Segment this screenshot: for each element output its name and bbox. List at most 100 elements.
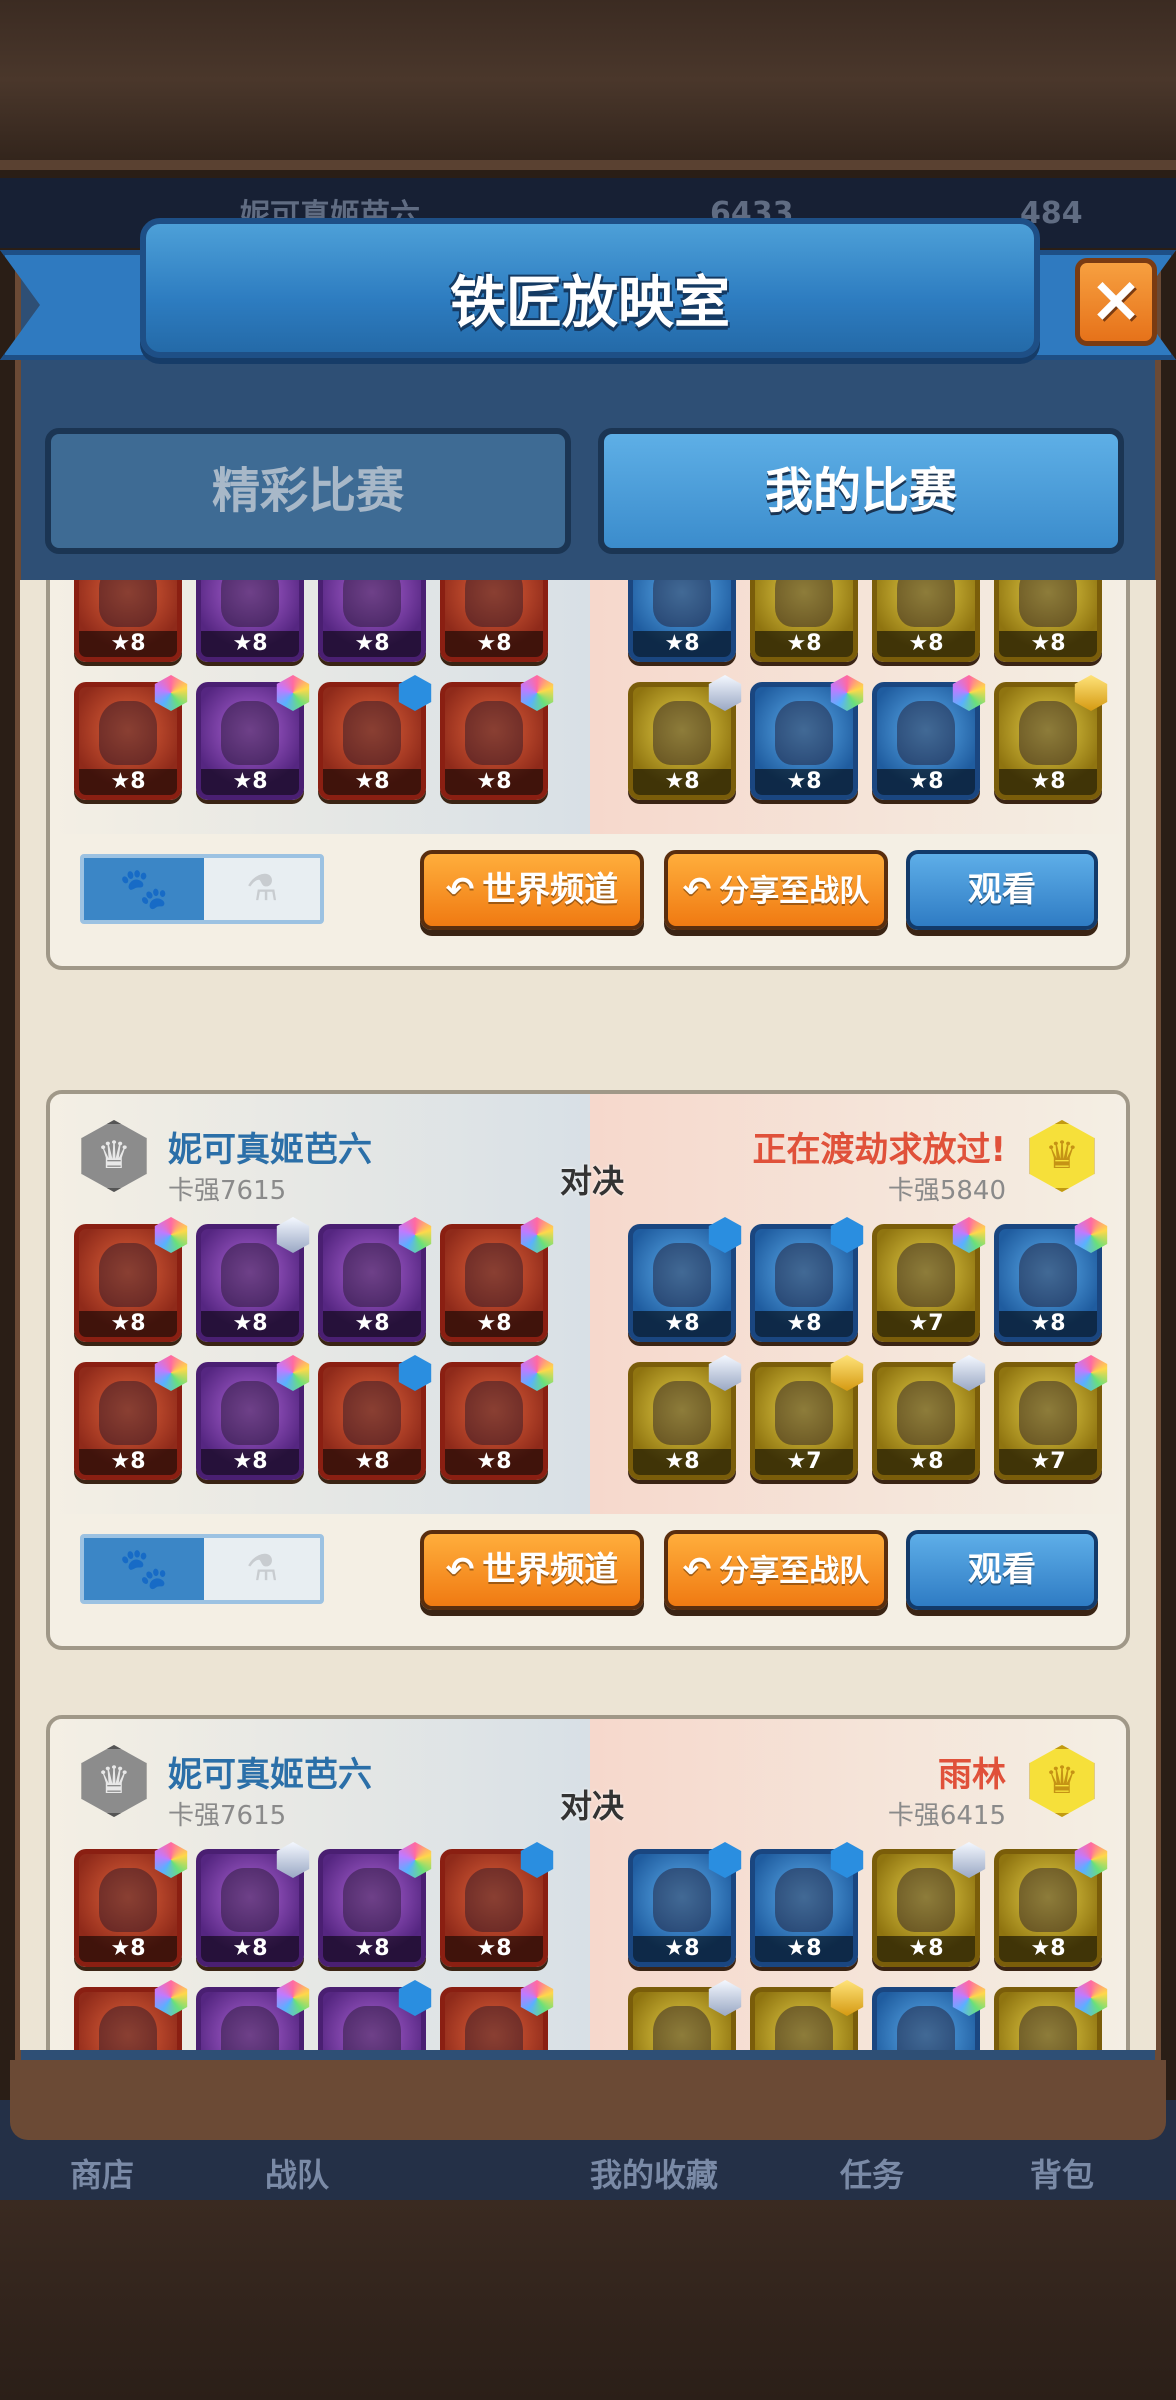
versus-label: 对决 [560, 1162, 625, 1200]
hero-card[interactable]: ★8 [318, 580, 426, 662]
nav-team[interactable]: 战队 [265, 2150, 329, 2196]
hero-card[interactable]: ★8 [750, 580, 858, 662]
hero-portrait [343, 1243, 401, 1307]
player-power: 卡强7615 [168, 1801, 287, 1831]
hero-card[interactable]: ★8 [440, 675, 554, 800]
watch-button[interactable]: 观看 [906, 1530, 1098, 1610]
hero-card[interactable]: ★8 [750, 675, 864, 800]
hero-star-level: ★8 [999, 769, 1097, 795]
nav-collection[interactable]: 我的收藏 [590, 2150, 718, 2196]
hero-card[interactable] [318, 1980, 432, 2050]
nav-tasks[interactable]: 任务 [840, 2150, 904, 2196]
player-power: 卡强7615 [168, 1176, 287, 1206]
hero-card[interactable]: ★8 [994, 675, 1108, 800]
paw-icon[interactable]: 🐾 [84, 1538, 204, 1600]
hero-card[interactable] [440, 1980, 554, 2050]
hero-portrait [465, 2006, 523, 2050]
hero-portrait [465, 1381, 523, 1445]
hero-portrait [221, 701, 279, 765]
share-to-team-button[interactable]: ↶ 分享至战队 [664, 850, 888, 930]
hero-card[interactable] [872, 1980, 986, 2050]
hero-card[interactable]: ★8 [74, 675, 188, 800]
nav-bag[interactable]: 背包 [1030, 2150, 1094, 2196]
hero-star-level: ★8 [999, 1936, 1097, 1962]
hero-card[interactable]: ★8 [318, 1355, 432, 1480]
hero-portrait [775, 1868, 833, 1932]
hero-card[interactable]: ★8 [74, 1355, 188, 1480]
hero-star-level: ★8 [323, 1936, 421, 1962]
hero-card[interactable]: ★8 [74, 1842, 188, 1967]
hero-card[interactable]: ★8 [440, 1842, 554, 1967]
hero-card[interactable]: ★8 [196, 1842, 310, 1967]
hero-card[interactable]: ★7 [750, 1355, 864, 1480]
match-card: ♛ 妮可真姬芭六 卡强7615 对决 正在渡劫求放过! 卡强5840 ♛ ★8 ★8 ★8 ★8 ★8… [46, 1090, 1130, 1650]
world-channel-button[interactable]: ↶ 世界频道 [420, 850, 644, 930]
hero-portrait [343, 580, 401, 627]
hero-card[interactable]: ★8 [440, 1217, 554, 1342]
hero-portrait [221, 1868, 279, 1932]
hero-star-level: ★8 [755, 1936, 853, 1962]
hero-star-level: ★8 [445, 631, 543, 657]
hero-portrait [653, 2006, 711, 2050]
share-to-team-button[interactable]: ↶ 分享至战队 [664, 1530, 888, 1610]
tab-highlight-matches[interactable]: 精彩比赛 [45, 428, 571, 554]
hero-card[interactable]: ★7 [994, 1355, 1108, 1480]
hero-card[interactable]: ★8 [872, 1842, 986, 1967]
hero-card[interactable]: ★8 [196, 1217, 310, 1342]
watch-button[interactable]: 观看 [906, 850, 1098, 930]
hero-portrait [653, 1243, 711, 1307]
hero-card[interactable] [196, 1980, 310, 2050]
hero-card[interactable]: ★8 [872, 1355, 986, 1480]
hero-star-level: ★8 [445, 1311, 543, 1337]
hero-star-level: ★8 [323, 631, 421, 657]
hero-card[interactable]: ★8 [318, 1842, 432, 1967]
hero-portrait [99, 2006, 157, 2050]
hero-card[interactable]: ★8 [628, 1842, 742, 1967]
hero-card[interactable]: ★8 [872, 675, 986, 800]
hero-card[interactable]: ★8 [74, 580, 182, 662]
hero-card[interactable] [994, 1980, 1108, 2050]
match-list[interactable]: ♛♛★8★8★8★8★8★8★8★8★8★8★8★8★8★8★8★8🐾⚗↶世界频… [20, 580, 1156, 2050]
hero-card[interactable]: ★8 [74, 1217, 188, 1342]
nav-shop[interactable]: 商店 [70, 2150, 134, 2196]
hero-card[interactable]: ★7 [872, 1217, 986, 1342]
close-button[interactable]: × [1075, 258, 1157, 346]
hero-card[interactable]: ★8 [750, 1217, 864, 1342]
share-arrow-icon: ↶ [445, 1550, 475, 1590]
share-to-team-label: 分享至战队 [719, 1554, 870, 1589]
hero-star-level: ★7 [999, 1449, 1097, 1475]
potion-icon[interactable]: ⚗ [204, 858, 320, 920]
hero-card[interactable]: ★8 [318, 675, 432, 800]
hero-card[interactable]: ★8 [196, 675, 310, 800]
hero-card[interactable] [74, 1980, 188, 2050]
paw-icon[interactable]: 🐾 [84, 858, 204, 920]
hero-card[interactable] [628, 1980, 742, 2050]
world-channel-button[interactable]: ↶ 世界频道 [420, 1530, 644, 1610]
tab-my-matches[interactable]: 我的比赛 [598, 428, 1124, 554]
hero-portrait [775, 701, 833, 765]
hero-card[interactable]: ★8 [628, 580, 736, 662]
hero-card[interactable]: ★8 [994, 580, 1102, 662]
hero-portrait [343, 1381, 401, 1445]
hero-card[interactable] [750, 1980, 864, 2050]
hero-card[interactable]: ★8 [750, 1842, 864, 1967]
wood-frame-top [0, 0, 1176, 170]
hero-star-level: ★8 [79, 769, 177, 795]
hero-card[interactable]: ★8 [628, 1217, 742, 1342]
hero-card[interactable]: ★8 [994, 1217, 1108, 1342]
hero-card[interactable]: ★8 [628, 1355, 742, 1480]
hero-card[interactable]: ★8 [440, 1355, 554, 1480]
hero-star-level: ★8 [755, 769, 853, 795]
hero-card[interactable]: ★8 [318, 1217, 432, 1342]
hero-portrait [1019, 580, 1077, 627]
hero-card[interactable]: ★8 [994, 1842, 1108, 1967]
potion-icon[interactable]: ⚗ [204, 1538, 320, 1600]
hero-card[interactable]: ★8 [196, 580, 304, 662]
versus-label: 对决 [560, 1787, 625, 1825]
hero-card[interactable]: ★8 [628, 675, 742, 800]
view-mode-toggle[interactable]: 🐾 ⚗ [80, 854, 324, 924]
view-mode-toggle[interactable]: 🐾 ⚗ [80, 1534, 324, 1604]
hero-card[interactable]: ★8 [872, 580, 980, 662]
hero-card[interactable]: ★8 [196, 1355, 310, 1480]
hero-card[interactable]: ★8 [440, 580, 548, 662]
